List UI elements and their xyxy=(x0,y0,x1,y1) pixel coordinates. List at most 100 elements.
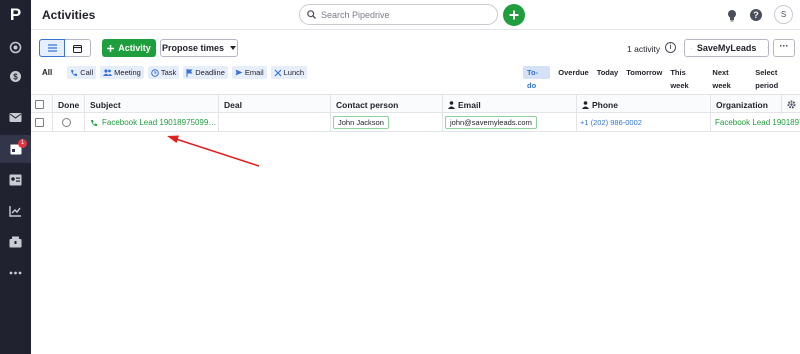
period-this-week[interactable]: This week xyxy=(670,66,704,90)
phone-cell: +1 (202) 986-0002 xyxy=(577,113,711,132)
row-select-cell xyxy=(31,113,53,132)
filter-lunch[interactable]: Lunch xyxy=(270,66,308,79)
column-header-phone[interactable]: Phone xyxy=(577,95,711,114)
filter-deadline-label: Deadline xyxy=(195,68,225,77)
top-bar: Activities Search Pipedrive ? S xyxy=(31,0,800,30)
list-view-button[interactable] xyxy=(39,39,65,57)
filter-task[interactable]: Task xyxy=(147,66,180,79)
period-filters: To-do Overdue Today Tomorrow This week N… xyxy=(523,66,800,90)
notification-badge: 1 xyxy=(18,139,27,148)
mail-icon xyxy=(9,112,22,122)
more-icon xyxy=(9,271,22,275)
filter-icon xyxy=(691,47,692,49)
sidebar-item-activities[interactable]: 1 xyxy=(0,135,31,163)
search-placeholder: Search Pipedrive xyxy=(321,9,390,20)
activity-type-filters: All Call Meeting Task Deadline Email Lun… xyxy=(42,66,308,79)
filter-task-label: Task xyxy=(160,68,177,77)
propose-times-button[interactable]: Propose times xyxy=(160,39,238,57)
filter-meeting[interactable]: Meeting xyxy=(100,66,144,79)
contact-person-cell: John Jackson xyxy=(331,113,443,132)
period-select[interactable]: Select period xyxy=(755,66,800,90)
view-switcher xyxy=(39,39,91,57)
filter-lunch-label: Lunch xyxy=(283,68,305,77)
plus-icon xyxy=(107,44,115,52)
period-today[interactable]: Today xyxy=(597,66,619,79)
add-activity-button[interactable]: Activity xyxy=(102,39,156,57)
period-todo[interactable]: To-do xyxy=(523,66,551,90)
help-icon: ? xyxy=(750,9,762,21)
period-overdue[interactable]: Overdue xyxy=(558,66,588,79)
sidebar-item-insights[interactable] xyxy=(0,197,31,225)
filter-call[interactable]: Call xyxy=(67,66,97,79)
dollar-icon: $ xyxy=(10,70,21,82)
chevron-down-icon xyxy=(230,46,237,50)
period-next-week[interactable]: Next week xyxy=(712,66,747,90)
person-icon xyxy=(582,100,589,109)
column-header-done[interactable]: Done xyxy=(53,95,85,114)
svg-text:$: $ xyxy=(13,72,18,81)
info-icon[interactable]: i xyxy=(665,42,676,53)
sidebar: P $ 1 xyxy=(0,0,31,354)
column-header-subject[interactable]: Subject xyxy=(85,95,219,114)
calendar-view-button[interactable] xyxy=(65,39,91,57)
column-header-organization[interactable]: Organization xyxy=(711,95,782,114)
filter-email-label: Email xyxy=(244,68,264,77)
period-tomorrow[interactable]: Tomorrow xyxy=(626,66,662,79)
chevron-down-icon xyxy=(767,47,768,49)
deal-cell[interactable] xyxy=(219,113,331,132)
filter-meeting-label: Meeting xyxy=(114,68,141,77)
plus-icon xyxy=(509,10,519,20)
sidebar-item-products[interactable] xyxy=(0,228,31,256)
mark-done-radio[interactable] xyxy=(62,118,71,127)
sidebar-item-more[interactable] xyxy=(0,259,31,287)
tips-button[interactable] xyxy=(725,8,739,22)
column-header-phone-label: Phone xyxy=(592,99,618,110)
organization-cell: Facebook Lead 19018975 xyxy=(711,113,800,132)
filter-all[interactable]: All xyxy=(42,68,52,77)
column-header-deal[interactable]: Deal xyxy=(219,95,331,114)
select-all-checkbox[interactable] xyxy=(35,100,44,109)
filter-dropdown[interactable]: SaveMyLeads xyxy=(684,39,769,57)
phone-icon xyxy=(91,119,97,126)
sidebar-item-leads[interactable] xyxy=(0,33,31,61)
sidebar-item-mail[interactable] xyxy=(0,103,31,131)
more-options-button[interactable]: ··· xyxy=(773,39,795,57)
organization-link[interactable]: Facebook Lead 19018975 xyxy=(715,118,800,127)
column-settings-cell[interactable] xyxy=(782,95,800,114)
activity-count: 1 activity xyxy=(627,44,661,54)
app-root: P $ 1 Activities Search Pipedrive ? S Ac… xyxy=(0,0,800,354)
email-cell: john@savemyleads.com xyxy=(443,113,577,132)
email-link[interactable]: john@savemyleads.com xyxy=(445,116,537,129)
filter-email[interactable]: Email xyxy=(231,66,267,79)
sidebar-item-deals[interactable]: $ xyxy=(0,62,31,90)
phone-link[interactable]: +1 (202) 986-0002 xyxy=(580,118,642,127)
activities-table: Done Subject Deal Contact person Email P… xyxy=(31,94,800,132)
contact-person-link[interactable]: John Jackson xyxy=(333,116,389,129)
calendar-icon xyxy=(73,44,82,53)
column-header-contact-person[interactable]: Contact person xyxy=(331,95,443,114)
pipedrive-logo[interactable]: P xyxy=(0,0,31,30)
propose-times-label: Propose times xyxy=(161,43,225,53)
table-header: Done Subject Deal Contact person Email P… xyxy=(31,94,800,114)
filter-label: SaveMyLeads xyxy=(696,43,757,53)
column-header-email[interactable]: Email xyxy=(443,95,577,114)
subject-link[interactable]: Facebook Lead 19018975099… xyxy=(102,118,216,127)
avatar[interactable]: S xyxy=(774,5,793,24)
utensils-icon xyxy=(274,69,282,76)
help-button[interactable]: ? xyxy=(749,8,763,22)
search-input[interactable]: Search Pipedrive xyxy=(299,4,498,25)
column-header-email-label: Email xyxy=(458,99,481,110)
sidebar-item-contacts[interactable] xyxy=(0,166,31,194)
person-icon xyxy=(448,100,455,109)
flag-icon xyxy=(186,68,193,77)
select-all-cell xyxy=(31,95,53,114)
row-checkbox[interactable] xyxy=(35,118,44,127)
filter-deadline[interactable]: Deadline xyxy=(183,66,228,79)
lightbulb-icon xyxy=(728,9,736,21)
done-cell xyxy=(53,113,85,132)
quick-add-button[interactable] xyxy=(503,4,525,26)
logo-letter: P xyxy=(9,5,22,24)
target-icon xyxy=(9,41,22,53)
clock-icon xyxy=(151,68,159,77)
table-row[interactable]: Facebook Lead 19018975099… John Jackson … xyxy=(31,113,800,132)
